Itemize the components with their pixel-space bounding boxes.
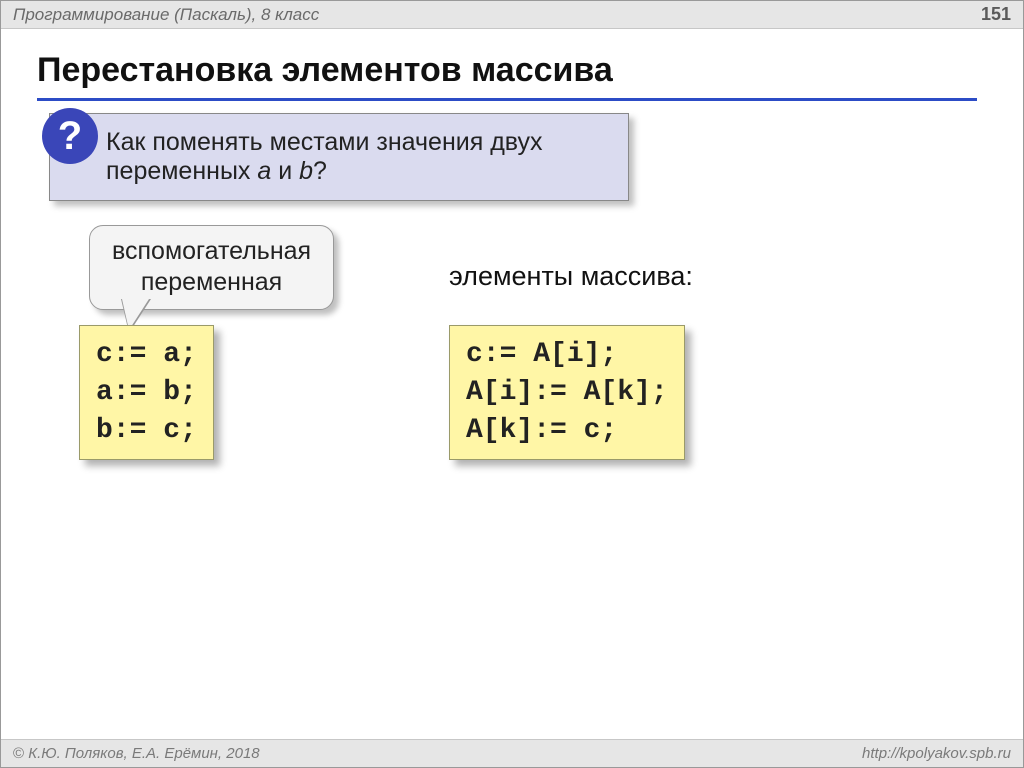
question-line2-suffix: ? [313,157,327,185]
question-box: ? Как поменять местами значения двух пер… [49,113,629,201]
page-number: 151 [981,4,1011,25]
variable-a: a [257,157,271,185]
course-title: Программирование (Паскаль), 8 класс [13,5,319,25]
code-swap-array: c:= A[i]; A[i]:= A[k]; A[k]:= c; [449,325,685,460]
variable-b: b [299,157,313,185]
code-swap-vars: c:= a; a:= b; b:= c; [79,325,214,460]
footer-authors: © К.Ю. Поляков, Е.А. Ерёмин, 2018 [13,745,260,762]
question-and: и [271,157,299,185]
callout-line1: вспомогательная [112,236,311,267]
top-bar: Программирование (Паскаль), 8 класс 151 [1,1,1023,29]
footer-bar: © К.Ю. Поляков, Е.А. Ерёмин, 2018 http:/… [1,739,1023,767]
copyright-icon: © [13,745,24,762]
slide: Программирование (Паскаль), 8 класс 151 … [0,0,1024,768]
callout-box: вспомогательная переменная [89,225,334,310]
question-line2: переменных a и b? [106,157,602,186]
footer-url: http://kpolyakov.spb.ru [862,745,1011,762]
question-block: ? Как поменять местами значения двух пер… [49,113,629,201]
question-line1: Как поменять местами значения двух [106,128,602,157]
footer-authors-text: К.Ю. Поляков, Е.А. Ерёмин, 2018 [24,745,260,762]
slide-title: Перестановка элементов массива [37,51,977,101]
question-line2-prefix: переменных [106,157,257,185]
callout-line2: переменная [112,267,311,298]
question-mark-icon: ? [42,108,98,164]
array-elements-label: элементы массива: [449,261,693,292]
